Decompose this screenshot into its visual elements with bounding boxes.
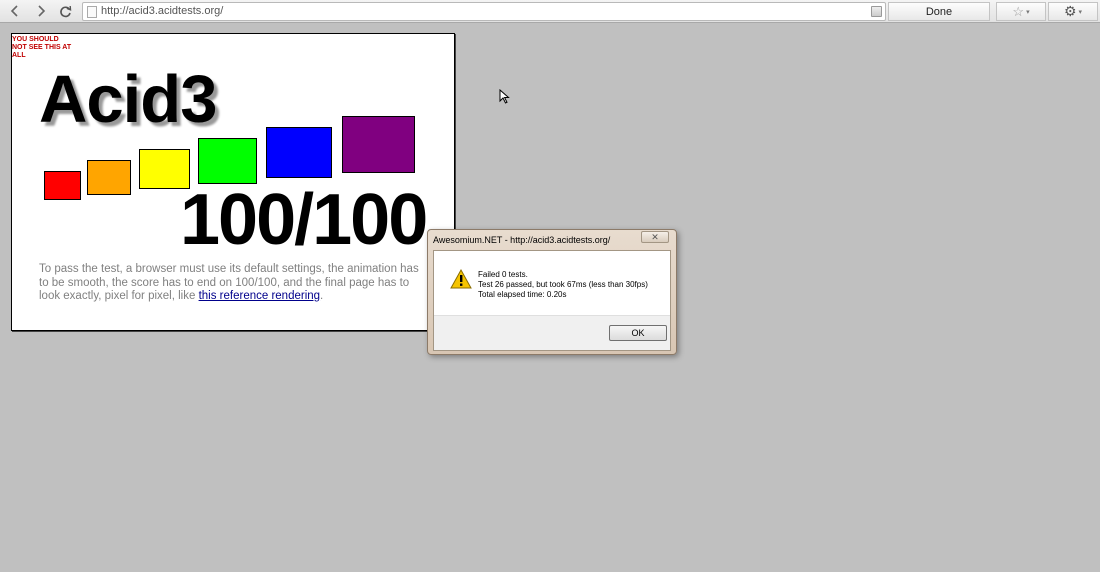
bookmark-button[interactable]: ☆ ▾	[996, 2, 1046, 21]
dialog-footer: OK	[434, 315, 670, 350]
dropdown-arrow-icon: ▾	[1078, 8, 1083, 16]
chevron-left-icon	[10, 5, 18, 17]
reload-icon	[59, 5, 71, 17]
dialog-title: Awesomium.NET - http://acid3.acidtests.o…	[433, 235, 611, 245]
browser-toolbar: http://acid3.acidtests.org/ Done ☆ ▾ ⚙ ▾	[0, 0, 1100, 23]
dialog-message-line: Failed 0 tests.	[478, 270, 528, 279]
forward-button[interactable]	[30, 2, 52, 20]
gear-icon: ⚙	[1063, 3, 1077, 19]
hidden-warning-text: YOU SHOULD NOT SEE THIS AT ALL	[12, 36, 72, 59]
color-box-green	[198, 138, 257, 184]
warning-icon	[450, 269, 472, 289]
color-box-red	[44, 171, 81, 200]
dialog-message-line: Total elapsed time: 0.20s	[478, 290, 567, 299]
reference-rendering-link[interactable]: this reference rendering	[199, 290, 320, 302]
address-bar[interactable]: http://acid3.acidtests.org/	[82, 2, 886, 21]
acid3-page: YOU SHOULD NOT SEE THIS AT ALL Acid3 100…	[11, 33, 455, 331]
star-icon: ☆	[1012, 3, 1025, 19]
settings-button[interactable]: ⚙ ▾	[1048, 2, 1098, 21]
reload-button[interactable]	[54, 2, 76, 20]
mouse-cursor-icon	[499, 89, 510, 104]
color-box-orange	[87, 160, 131, 195]
description-text: To pass the test, a browser must use its…	[39, 263, 424, 304]
score-text: 100/100	[180, 180, 428, 260]
dialog-body: Failed 0 tests. Test 26 passed, but took…	[433, 250, 671, 351]
alert-dialog: Awesomium.NET - http://acid3.acidtests.o…	[427, 229, 677, 355]
status-text: Done	[925, 5, 953, 18]
ok-button[interactable]: OK	[609, 325, 667, 341]
close-icon: ✕	[651, 231, 659, 242]
page-icon	[87, 6, 97, 18]
description-end: .	[320, 290, 324, 302]
dropdown-arrow-icon: ▾	[1026, 8, 1030, 16]
feed-icon[interactable]	[871, 6, 882, 17]
status-field: Done	[888, 2, 990, 21]
dialog-message-line: Test 26 passed, but took 67ms (less than…	[478, 280, 648, 289]
color-box-purple	[342, 116, 415, 173]
color-box-blue	[266, 127, 332, 178]
chevron-right-icon	[38, 5, 46, 17]
back-button[interactable]	[4, 2, 26, 20]
page-title: Acid3	[39, 62, 217, 137]
dialog-close-button[interactable]: ✕	[641, 231, 669, 243]
url-text[interactable]: http://acid3.acidtests.org/	[101, 5, 223, 17]
